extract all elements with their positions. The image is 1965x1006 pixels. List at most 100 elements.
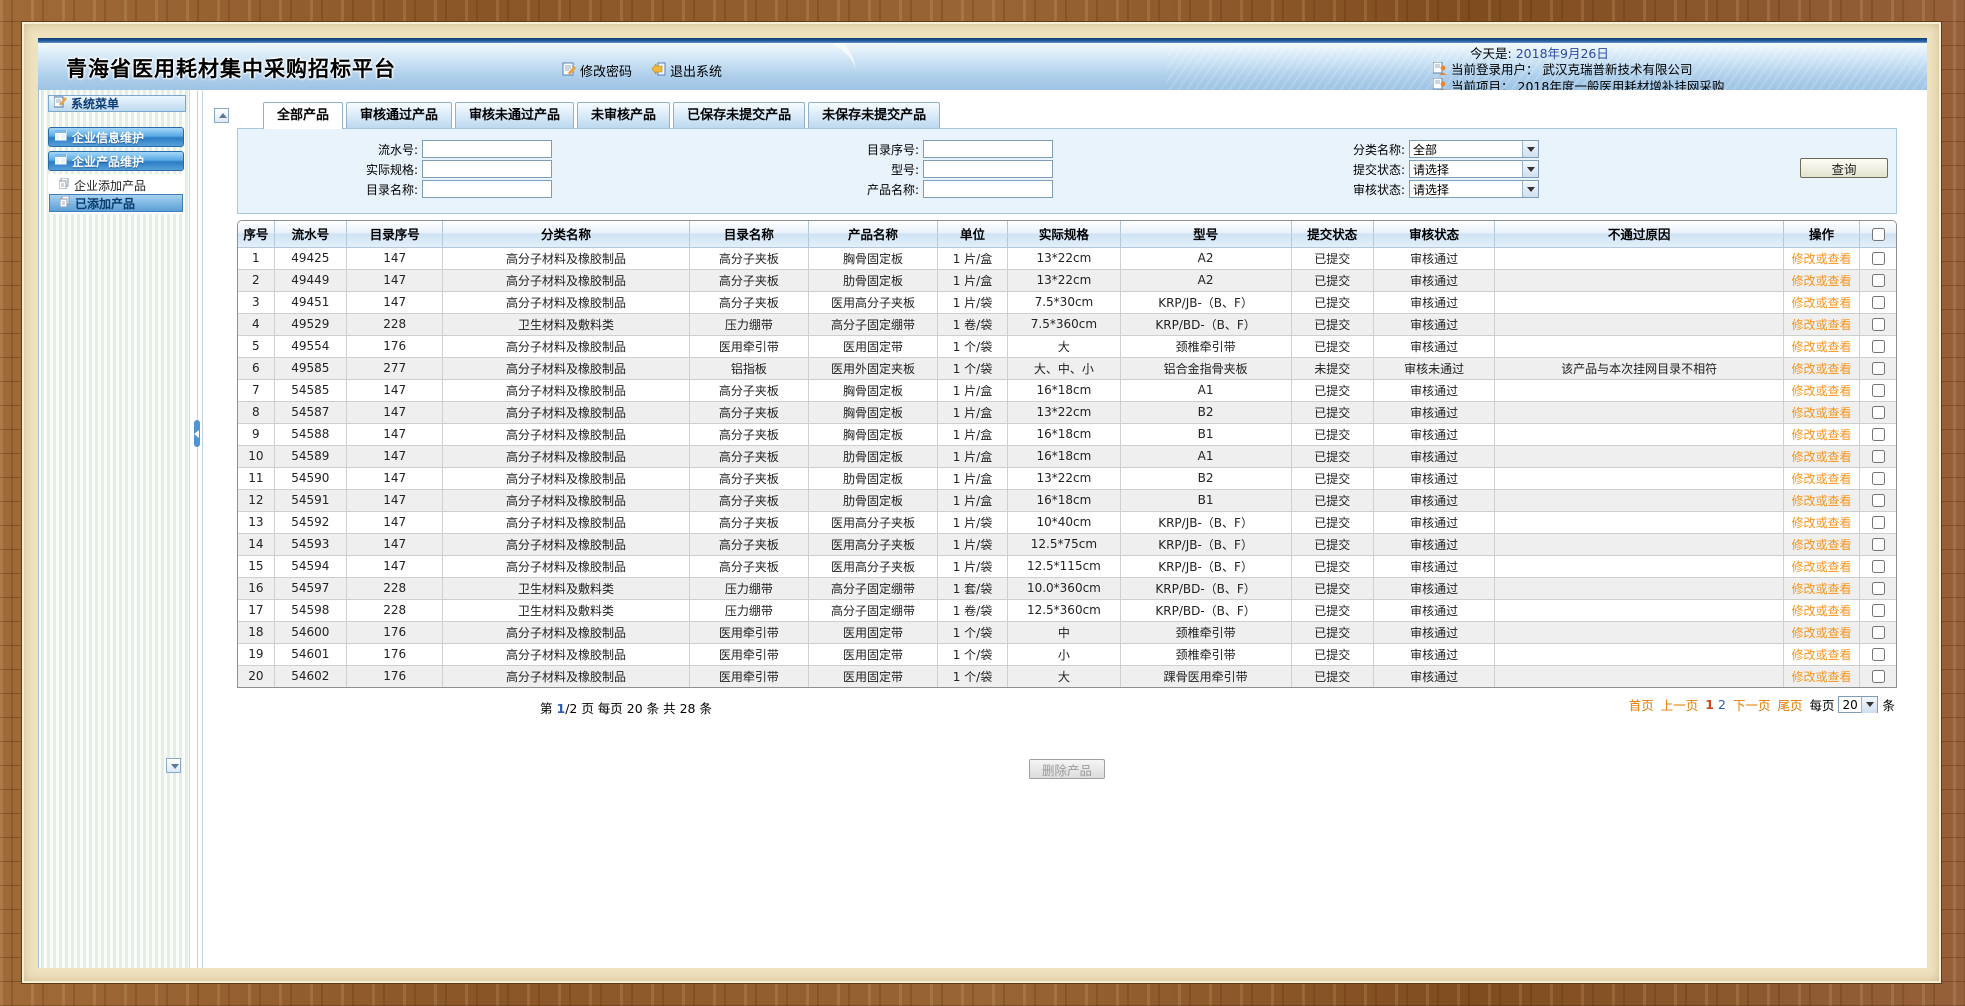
cell-serial: 54591	[274, 489, 346, 511]
logout-link[interactable]: 退出系统	[652, 61, 722, 80]
product-name-input[interactable]	[923, 180, 1053, 198]
row-checkbox[interactable]	[1872, 626, 1885, 639]
delete-products-button[interactable]: 删除产品	[1029, 759, 1105, 779]
serial-label: 流水号:	[238, 141, 422, 158]
cell-catalog: 高分子夹板	[689, 379, 809, 401]
cell-catalog-no: 147	[347, 247, 443, 269]
edit-view-link[interactable]: 修改或查看	[1792, 362, 1852, 376]
edit-view-link[interactable]: 修改或查看	[1792, 406, 1852, 420]
serial-input[interactable]	[422, 140, 552, 158]
table-row: 1454593147高分子材料及橡胶制品高分子夹板医用高分子夹板1 片/袋12.…	[238, 533, 1896, 555]
cell-serial: 54601	[274, 643, 346, 665]
cell-catalog: 医用牵引带	[689, 621, 809, 643]
row-checkbox[interactable]	[1872, 384, 1885, 397]
cell-catalog: 高分子夹板	[689, 489, 809, 511]
cell-serial: 54597	[274, 577, 346, 599]
catalog-no-input[interactable]	[923, 140, 1053, 158]
sidebar-group-button[interactable]: 企业产品维护	[48, 151, 184, 171]
row-checkbox[interactable]	[1872, 582, 1885, 595]
row-checkbox[interactable]	[1872, 494, 1885, 507]
edit-view-link[interactable]: 修改或查看	[1792, 384, 1852, 398]
edit-view-link[interactable]: 修改或查看	[1792, 340, 1852, 354]
page-number-link[interactable]: 2	[1718, 697, 1726, 712]
row-checkbox[interactable]	[1872, 472, 1885, 485]
select-all-checkbox[interactable]	[1872, 228, 1885, 241]
sidebar-item[interactable]: 企业添加产品	[49, 176, 183, 194]
edit-view-link[interactable]: 修改或查看	[1792, 516, 1852, 530]
category-select[interactable]: 全部	[1409, 140, 1539, 158]
first-page-link[interactable]: 首页	[1629, 695, 1654, 714]
row-checkbox[interactable]	[1872, 252, 1885, 265]
tab[interactable]: 全部产品	[263, 102, 343, 129]
submit-status-select[interactable]: 请选择	[1409, 160, 1539, 178]
row-checkbox[interactable]	[1872, 362, 1885, 375]
row-checkbox[interactable]	[1872, 560, 1885, 573]
cell-unit: 1 片/袋	[937, 555, 1007, 577]
edit-view-link[interactable]: 修改或查看	[1792, 450, 1852, 464]
cell-action: 修改或查看	[1783, 621, 1859, 643]
row-checkbox[interactable]	[1872, 648, 1885, 661]
edit-view-link[interactable]: 修改或查看	[1792, 252, 1852, 266]
cell-catalog: 高分子夹板	[689, 291, 809, 313]
tab[interactable]: 审核未通过产品	[455, 102, 574, 128]
sidebar-submenu: 企业添加产品已添加产品	[48, 174, 184, 214]
tab[interactable]: 未保存未提交产品	[808, 102, 940, 128]
row-checkbox[interactable]	[1872, 340, 1885, 353]
row-checkbox[interactable]	[1872, 428, 1885, 441]
row-checkbox[interactable]	[1872, 670, 1885, 683]
cell-checkbox	[1860, 313, 1896, 335]
row-checkbox[interactable]	[1872, 538, 1885, 551]
cell-spec: 13*22cm	[1008, 247, 1121, 269]
sidebar-group-button[interactable]: 企业信息维护	[48, 127, 184, 147]
edit-view-link[interactable]: 修改或查看	[1792, 604, 1852, 618]
row-checkbox[interactable]	[1872, 318, 1885, 331]
search-button[interactable]: 查询	[1800, 158, 1888, 178]
tab[interactable]: 已保存未提交产品	[673, 102, 805, 128]
sidebar-item[interactable]: 已添加产品	[49, 194, 183, 212]
cell-catalog: 医用牵引带	[689, 643, 809, 665]
row-checkbox[interactable]	[1872, 516, 1885, 529]
edit-view-link[interactable]: 修改或查看	[1792, 472, 1852, 486]
sidebar-scroll-down-button[interactable]	[166, 758, 181, 773]
cell-reason	[1495, 621, 1783, 643]
edit-view-link[interactable]: 修改或查看	[1792, 318, 1852, 332]
collapse-handle[interactable]	[194, 420, 200, 447]
tab[interactable]: 审核通过产品	[346, 102, 452, 128]
edit-view-link[interactable]: 修改或查看	[1792, 626, 1852, 640]
edit-view-link[interactable]: 修改或查看	[1792, 428, 1852, 442]
cell-catalog: 医用牵引带	[689, 335, 809, 357]
row-checkbox[interactable]	[1872, 296, 1885, 309]
edit-view-link[interactable]: 修改或查看	[1792, 274, 1852, 288]
edit-view-link[interactable]: 修改或查看	[1792, 494, 1852, 508]
sidebar-splitter[interactable]	[190, 90, 208, 968]
edit-view-link[interactable]: 修改或查看	[1792, 538, 1852, 552]
cell-checkbox	[1860, 247, 1896, 269]
cell-unit: 1 个/袋	[937, 335, 1007, 357]
catalog-name-input[interactable]	[422, 180, 552, 198]
edit-view-link[interactable]: 修改或查看	[1792, 560, 1852, 574]
edit-view-link[interactable]: 修改或查看	[1792, 670, 1852, 684]
last-page-link[interactable]: 尾页	[1777, 695, 1802, 714]
model-input[interactable]	[923, 160, 1053, 178]
filter-panel: 流水号: 实际规格: 目录名称: 目录序号: 型号: 产品名称: 分类名称: 全…	[237, 128, 1897, 214]
row-checkbox[interactable]	[1872, 274, 1885, 287]
page-number-current: 1	[1705, 697, 1714, 712]
cell-catalog: 高分子夹板	[689, 467, 809, 489]
cell-reason	[1495, 489, 1783, 511]
prev-page-link[interactable]: 上一页	[1661, 695, 1699, 714]
next-page-link[interactable]: 下一页	[1733, 695, 1771, 714]
edit-view-link[interactable]: 修改或查看	[1792, 648, 1852, 662]
spec-input[interactable]	[422, 160, 552, 178]
main-scroll-up-button[interactable]	[214, 108, 229, 123]
edit-view-link[interactable]: 修改或查看	[1792, 296, 1852, 310]
row-checkbox[interactable]	[1872, 450, 1885, 463]
audit-status-select[interactable]: 请选择	[1409, 180, 1539, 198]
change-password-link[interactable]: 修改密码	[562, 61, 632, 80]
per-page-select[interactable]: 20	[1838, 696, 1878, 713]
tab[interactable]: 未审核产品	[577, 102, 670, 128]
row-checkbox[interactable]	[1872, 406, 1885, 419]
cell-unit: 1 套/袋	[937, 577, 1007, 599]
edit-view-link[interactable]: 修改或查看	[1792, 582, 1852, 596]
row-checkbox[interactable]	[1872, 604, 1885, 617]
submit-status-label: 提交状态:	[1223, 161, 1409, 178]
